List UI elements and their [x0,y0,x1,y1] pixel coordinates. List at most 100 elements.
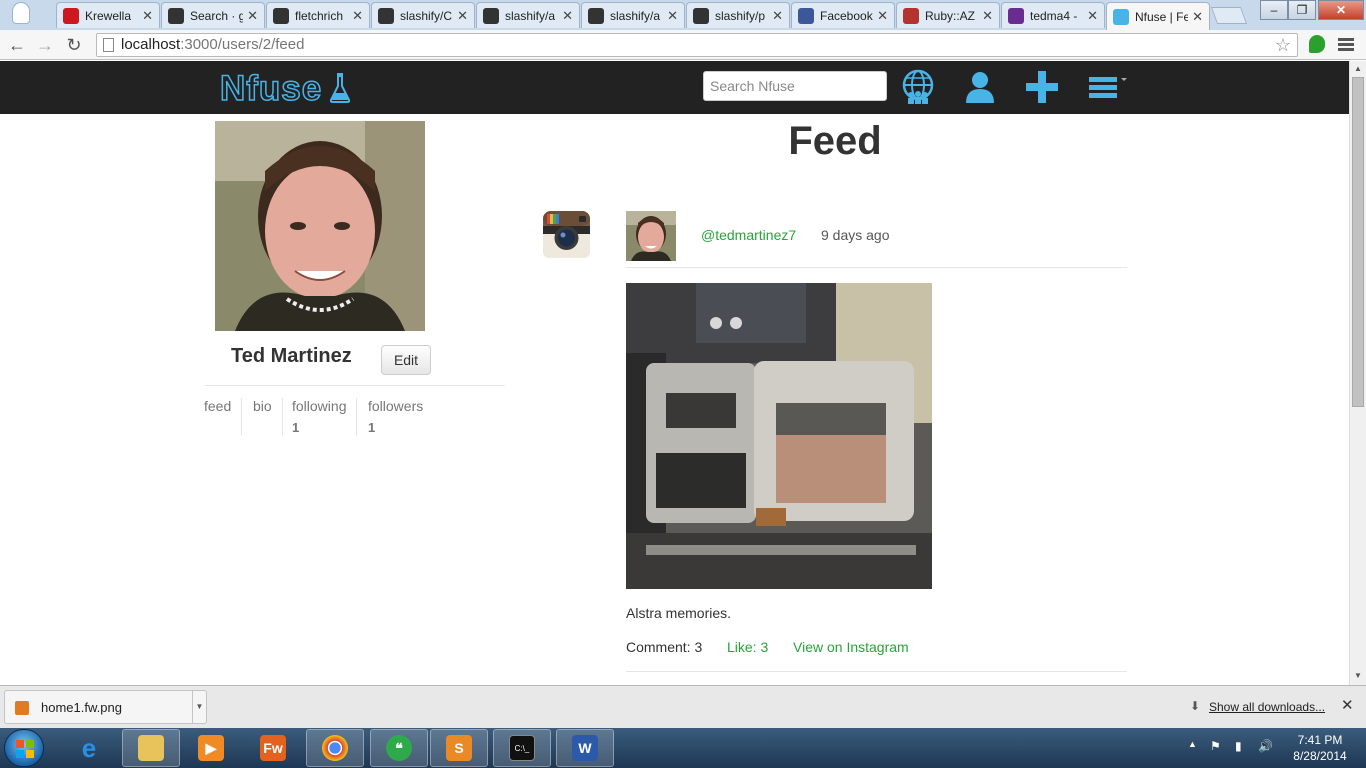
brand-logo[interactable]: Nfuse [219,68,322,109]
new-tab-button[interactable] [1210,7,1248,24]
taskbar-media[interactable]: ▶ [182,729,240,767]
taskbar-clock[interactable]: 7:41 PM 8/28/2014 [1290,732,1350,764]
back-icon[interactable]: ← [6,34,28,56]
mail-icon [1008,7,1024,24]
browser-tab[interactable]: slashify/a ✕ [476,2,580,28]
download-arrow-icon: ⬇ [1190,699,1201,713]
start-button[interactable] [4,729,44,767]
browser-tab-label: slashify/C [400,8,453,23]
user-name: Ted Martinez [231,345,352,367]
tab-close-icon[interactable]: ✕ [667,8,678,24]
user-icon[interactable] [962,69,998,105]
browser-toolbar: ← → ↻ localhost:3000/users/2/feed ☆ [0,30,1366,60]
browser-tab-label: Nfuse | Fe [1135,9,1189,24]
volume-icon[interactable]: 🔊 [1258,739,1273,753]
search-input[interactable] [703,71,887,101]
tab-close-icon[interactable]: ✕ [982,8,993,24]
chrome-menu-icon[interactable] [1338,38,1354,52]
tab-close-icon[interactable]: ✕ [1087,8,1098,24]
maximize-button[interactable]: ❐ [1288,0,1316,20]
tab-close-icon[interactable]: ✕ [352,8,363,24]
bookmark-star-icon[interactable]: ☆ [1275,34,1291,56]
browser-tab-label: slashify/p [715,8,766,23]
taskbar-word[interactable]: W [556,729,614,767]
facebook-icon [798,7,814,24]
browser-tab[interactable]: slashify/p ✕ [686,2,790,28]
browser-tab[interactable]: slashify/C ✕ [371,2,475,28]
download-item[interactable]: home1.fw.png ▼ [4,690,207,724]
profile-tab-label: bio [253,398,272,414]
tab-close-icon[interactable]: ✕ [247,8,258,24]
comment-count[interactable]: Comment: 3 [626,639,702,655]
instagram-icon[interactable] [543,211,590,258]
browser-tab[interactable]: Search · g ✕ [161,2,265,28]
taskbar-explorer[interactable] [122,729,180,767]
tab-close-icon[interactable]: ✕ [877,8,888,24]
sublime-text-icon: S [446,735,472,761]
browser-tab-label: slashify/a [610,8,661,23]
browser-tab-label: tedma4 - [1030,8,1078,23]
tab-close-icon[interactable]: ✕ [1192,9,1203,25]
browser-tab[interactable]: Krewella ✕ [56,2,160,28]
taskbar-ie[interactable]: e [60,729,118,767]
menu-icon[interactable] [1086,69,1130,105]
chrome-icon [322,735,348,761]
media-player-icon: ▶ [198,735,224,761]
action-center-flag-icon[interactable]: ⚑ [1210,739,1221,753]
taskbar-sublime[interactable]: S [430,729,488,767]
minimize-button[interactable]: – [1260,0,1288,20]
globe-people-icon[interactable] [900,69,936,105]
close-downloads-icon[interactable]: ✕ [1341,696,1354,714]
github-icon [378,7,394,24]
tab-close-icon[interactable]: ✕ [142,8,153,24]
show-all-downloads-link[interactable]: Show all downloads... [1209,700,1325,714]
taskbar-chrome[interactable] [306,729,364,767]
post-author-avatar[interactable] [626,211,676,261]
view-on-instagram-link[interactable]: View on Instagram [793,639,909,655]
clock-time: 7:41 PM [1297,733,1343,747]
url-path: :3000/users/2/feed [180,36,305,53]
following-count: 1 [292,420,300,435]
browser-tab[interactable]: tedma4 - ✕ [1001,2,1105,28]
forward-icon[interactable]: → [34,34,56,56]
page-scrollbar[interactable]: ▲ ▼ [1349,61,1366,685]
browser-tab[interactable]: slashify/a ✕ [581,2,685,28]
browser-tab[interactable]: Ruby::AZ ✕ [896,2,1000,28]
tray-expand-icon[interactable]: ▲ [1188,739,1197,749]
browser-tab[interactable]: Nfuse | Fe ✕ [1106,2,1210,30]
tab-close-icon[interactable]: ✕ [772,8,783,24]
browser-tab[interactable]: fletchrich ✕ [266,2,370,28]
command-prompt-icon: C:\_ [509,735,535,761]
profile-tab-feed[interactable]: feed [194,398,243,436]
download-filename: home1.fw.png [41,700,122,715]
page-icon [103,38,114,52]
scrollbar-thumb[interactable] [1352,77,1364,407]
tab-close-icon[interactable]: ✕ [457,8,468,24]
like-button[interactable]: Like: 3 [727,639,768,655]
post-username-link[interactable]: @tedmartinez7 [701,227,796,243]
scroll-up-icon[interactable]: ▲ [1354,64,1362,73]
windows-logo-icon [16,740,34,758]
power-icon[interactable]: ▮ [1235,739,1242,753]
taskbar-cmd[interactable]: C:\_ [493,729,551,767]
tab-close-icon[interactable]: ✕ [562,8,573,24]
edit-profile-button[interactable]: Edit [381,345,431,375]
profile-tab-label: following [292,398,347,414]
evernote-extension-icon[interactable] [1309,35,1325,53]
plus-icon[interactable] [1024,69,1060,105]
profile-tab-followers[interactable]: followers 1 [358,398,433,436]
taskbar-fireworks[interactable]: Fw [244,729,302,767]
taskbar-hangouts[interactable]: ❝ [370,729,428,767]
post-image[interactable] [626,283,932,589]
profile-avatar-icon[interactable] [12,2,30,24]
address-bar[interactable]: localhost:3000/users/2/feed ☆ [96,33,1298,57]
download-menu-chevron-icon[interactable]: ▼ [192,691,206,723]
github-icon [273,7,289,24]
downloads-bar: home1.fw.png ▼ ⬇ Show all downloads... ✕ [0,685,1366,728]
scroll-down-icon[interactable]: ▼ [1354,671,1362,680]
window-close-button[interactable]: ✕ [1318,0,1364,20]
browser-tab[interactable]: Facebook ✕ [791,2,895,28]
reload-icon[interactable]: ↻ [63,34,85,56]
profile-tab-following[interactable]: following 1 [282,398,358,436]
profile-tab-bio[interactable]: bio [243,398,283,436]
